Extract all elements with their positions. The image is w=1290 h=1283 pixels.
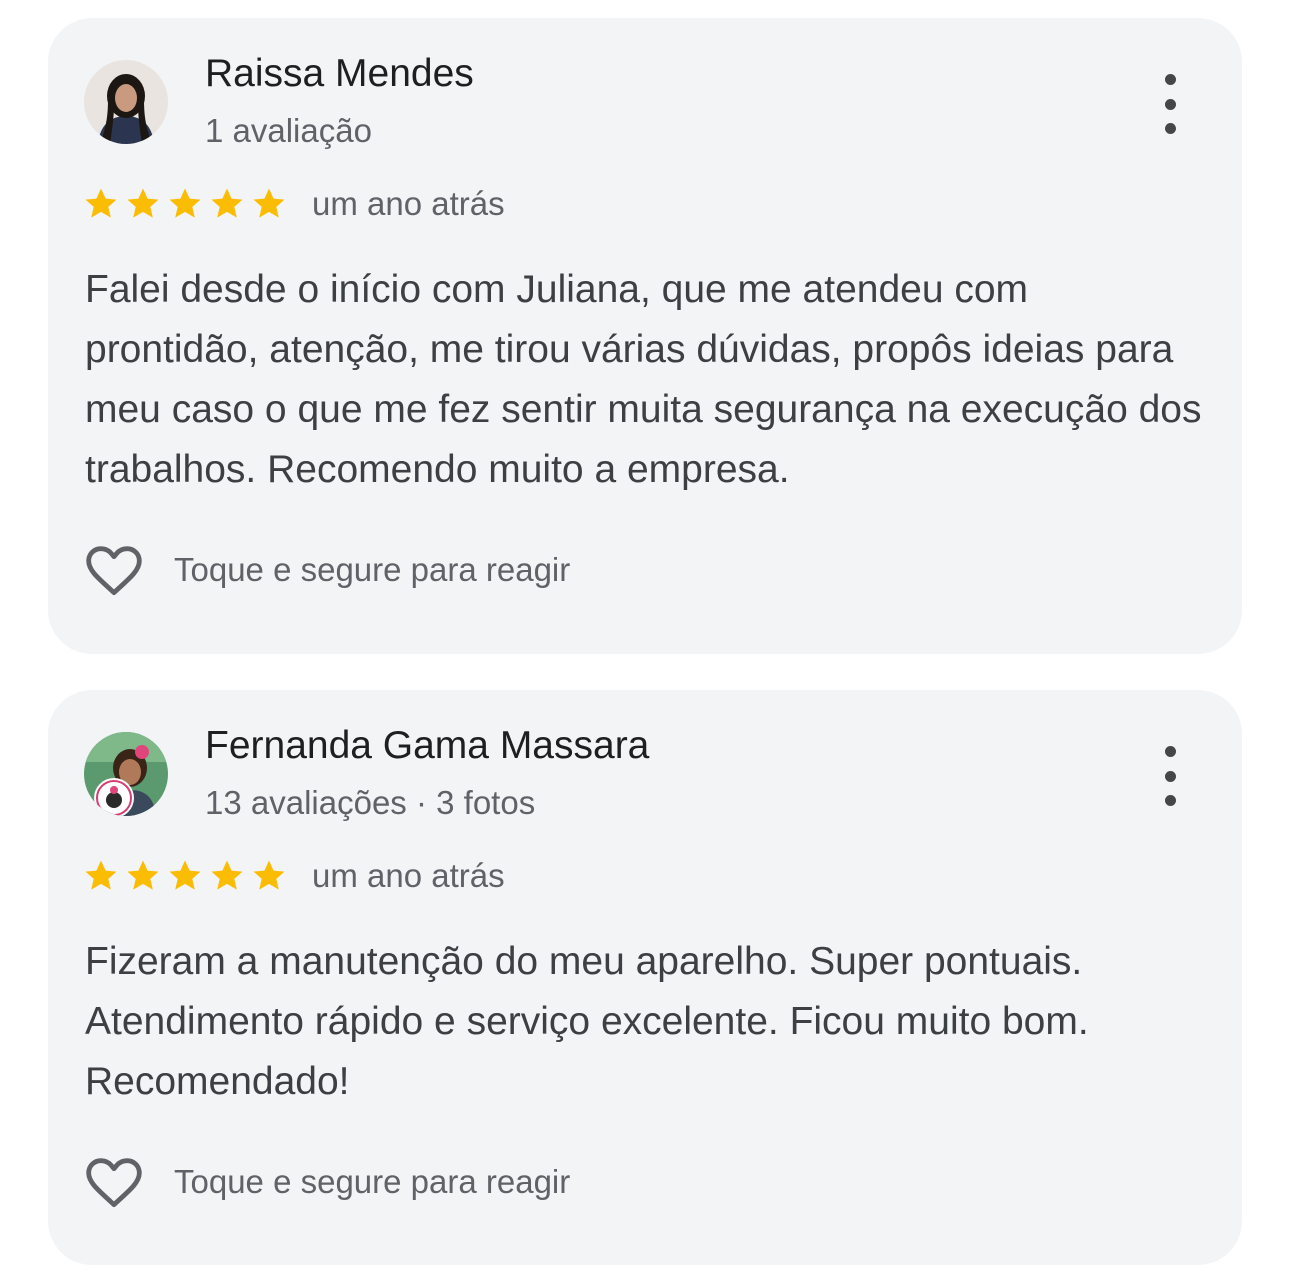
review-text: Fizeram a manutenção do meu aparelho. Su… (85, 940, 1089, 1103)
reviewer-meta: 1 avaliação (205, 112, 372, 149)
review-time: um ano atrás (312, 857, 505, 894)
rating-row: um ano atrás (82, 182, 505, 226)
star-icon (211, 860, 243, 890)
reviewer-name[interactable]: Raissa Mendes (205, 52, 474, 96)
review-time: um ano atrás (312, 185, 505, 222)
reviewer-meta: 13 avaliações · 3 fotos (205, 784, 536, 821)
star-icon (211, 188, 243, 218)
more-options-button[interactable] (1150, 746, 1190, 806)
star-icon (85, 188, 117, 218)
star-rating (82, 185, 288, 223)
react-label: Toque e segure para reagir (174, 1163, 571, 1200)
review-card: Raissa Mendes 1 avaliação um ano atrás F… (48, 18, 1242, 654)
more-vert-icon-dot (1164, 795, 1176, 806)
review-text: Falei desde o início com Juliana, que me… (85, 268, 1202, 491)
star-rating (82, 857, 288, 895)
heart-outline-icon (86, 546, 142, 596)
heart-outline-icon (86, 1158, 142, 1208)
more-vert-icon-dot (1164, 123, 1176, 134)
reviewer-name[interactable]: Fernanda Gama Massara (205, 724, 649, 768)
more-vert-icon (1164, 746, 1176, 757)
star-icon (169, 860, 201, 890)
more-vert-icon-dot (1164, 770, 1176, 782)
star-icon (253, 860, 285, 890)
star-icon (85, 860, 117, 890)
review-card: Fernanda Gama Massara 13 avaliações · 3 … (48, 690, 1242, 1265)
star-icon (127, 860, 159, 890)
rating-row: um ano atrás (82, 854, 505, 898)
avatar[interactable] (84, 60, 168, 144)
more-vert-icon (1164, 74, 1176, 85)
react-button[interactable]: Toque e segure para reagir (82, 1150, 570, 1214)
react-button[interactable]: Toque e segure para reagir (82, 538, 570, 602)
star-icon (253, 188, 285, 218)
more-vert-icon-dot (1164, 98, 1176, 110)
more-options-button[interactable] (1150, 74, 1190, 134)
star-icon (169, 188, 201, 218)
avatar[interactable] (84, 732, 168, 816)
react-label: Toque e segure para reagir (174, 551, 571, 588)
star-icon (127, 188, 159, 218)
